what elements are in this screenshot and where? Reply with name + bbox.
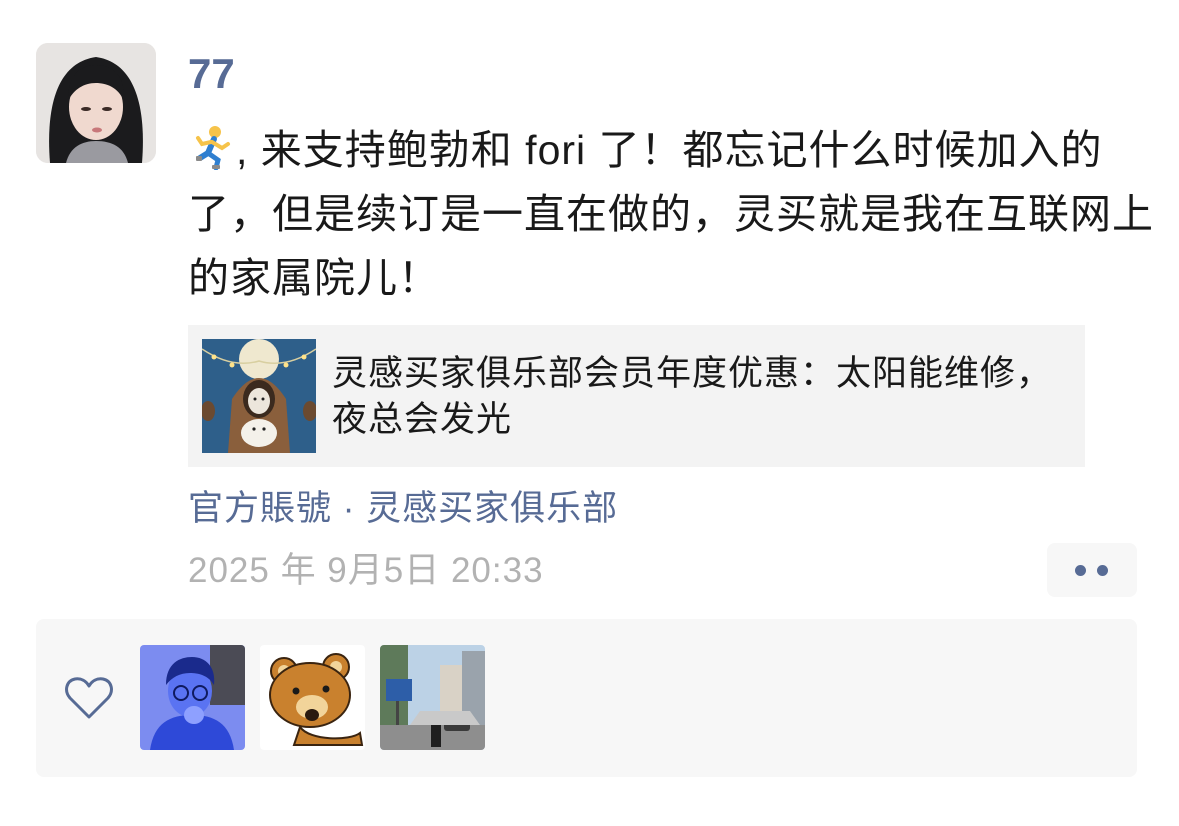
heart-icon [65,677,113,719]
dot-icon [1075,565,1086,576]
moments-post: 77 , 来支持鲍勃和 fori 了！都忘记什么时候加入的了，但是续订是一直在做… [0,0,1179,826]
avatar-photo-icon [36,43,156,163]
rilakkuma-bear-icon [260,645,365,750]
hooded-figure-icon [202,339,316,453]
runner-emoji-icon [188,124,234,171]
blue-avatar-icon [140,645,245,750]
shared-article-card[interactable]: 灵感买家俱乐部会员年度优惠：太阳能维修，夜总会发光 [188,325,1085,467]
post-text: , 来支持鲍勃和 fori 了！都忘记什么时候加入的了，但是续订是一直在做的，灵… [188,118,1158,310]
like-avatar-bear[interactable] [260,645,365,750]
more-actions-button[interactable] [1047,543,1137,597]
avatar[interactable] [36,43,156,163]
dot-icon [1097,565,1108,576]
official-account-link[interactable]: 官方賬號 · 灵感买家俱乐部 [188,486,618,532]
post-body-text: , 来支持鲍勃和 fori 了！都忘记什么时候加入的了，但是续订是一直在做的，灵… [188,127,1154,301]
post-timestamp: 2025 年 9月5日 20:33 [188,551,544,590]
likes-panel [36,619,1137,777]
article-title: 灵感买家俱乐部会员年度优惠：太阳能维修，夜总会发光 [332,354,1053,439]
like-avatar-street[interactable] [380,645,485,750]
like-avatar-blue[interactable] [140,645,245,750]
street-scene-icon [380,645,485,750]
article-thumbnail [202,339,316,453]
username[interactable]: 77 [188,46,235,102]
